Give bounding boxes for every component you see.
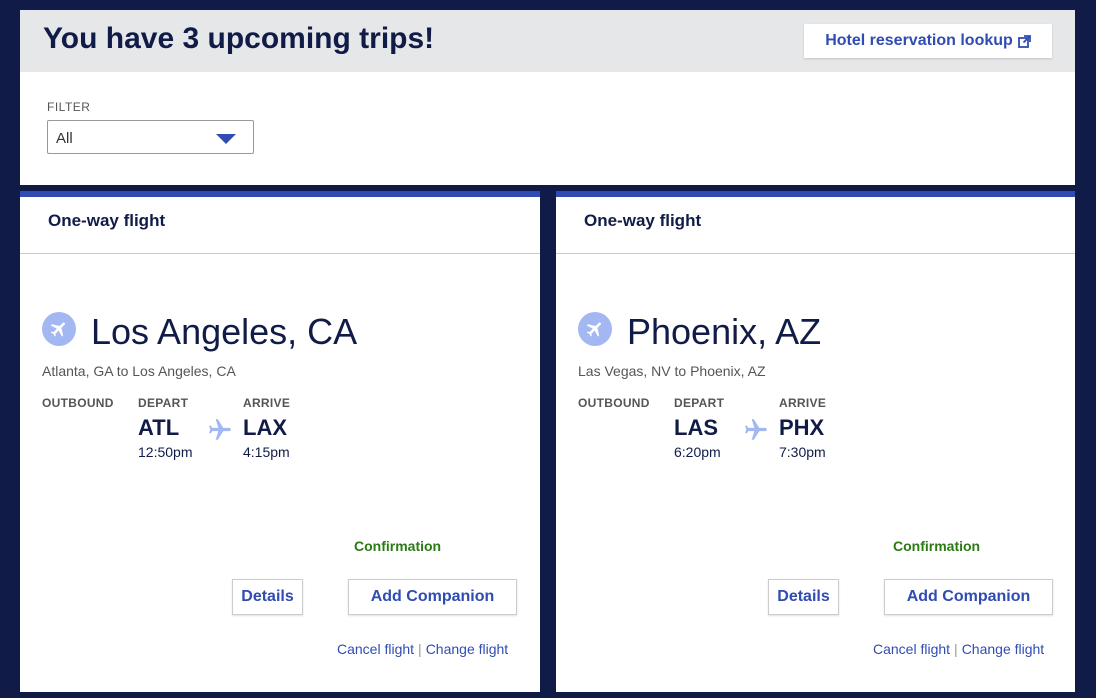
arrive-label: ARRIVE [779,396,827,410]
trip-type: One-way flight [48,211,166,230]
cancel-flight-link[interactable]: Cancel flight [337,641,414,657]
route-description: Atlanta, GA to Los Angeles, CA [42,363,236,379]
confirmation-label: Confirmation [354,538,442,554]
chevron-down-icon [216,134,236,144]
details-button[interactable]: Details [232,579,303,615]
external-link-icon [1017,34,1031,48]
arrive-label: ARRIVE [243,396,291,410]
depart-time: 12:50pm [138,444,193,460]
change-flight-link[interactable]: Change flight [962,641,1045,657]
trip-card-header: One-way flight [20,197,540,254]
depart-airport-code: LAS [674,415,718,440]
arrive-airport-code: PHX [779,415,825,440]
details-button[interactable]: Details [768,579,839,615]
depart-label: DEPART [674,396,725,410]
depart-time: 6:20pm [674,444,721,460]
outbound-label: OUTBOUND [42,396,114,410]
confirmation-label: Confirmation [893,538,981,554]
hotel-reservation-lookup-button[interactable]: Hotel reservation lookup [804,24,1052,58]
hotel-lookup-label: Hotel reservation lookup [825,32,1013,49]
filter-dropdown[interactable]: All [47,120,254,154]
flight-direction-icon [209,419,231,440]
add-companion-button[interactable]: Add Companion [884,579,1053,615]
trip-card-header: One-way flight [556,197,1075,254]
trip-card: One-way flight Phoenix, AZ Las Vegas, NV… [556,191,1075,692]
link-separator: | [418,641,422,657]
arrive-time: 7:30pm [779,444,826,460]
outbound-label: OUTBOUND [578,396,650,410]
airplane-icon [42,312,76,346]
filter-label: FILTER [47,100,91,114]
flight-direction-icon [745,419,767,440]
filter-selected-value: All [56,130,73,147]
trip-type: One-way flight [584,211,702,230]
filter-section: FILTER All [20,72,1075,185]
depart-airport-code: ATL [138,415,180,440]
cancel-flight-link[interactable]: Cancel flight [873,641,950,657]
depart-label: DEPART [138,396,189,410]
arrive-time: 4:15pm [243,444,290,460]
destination-title: Phoenix, AZ [627,311,822,352]
page-header: You have 3 upcoming trips! Hotel reserva… [20,10,1075,72]
add-companion-button[interactable]: Add Companion [348,579,517,615]
airplane-icon [578,312,612,346]
route-description: Las Vegas, NV to Phoenix, AZ [578,363,766,379]
change-flight-link[interactable]: Change flight [426,641,509,657]
trip-card: One-way flight Los Angeles, CA Atlanta, … [20,191,540,692]
arrive-airport-code: LAX [243,415,287,440]
link-separator: | [954,641,958,657]
trip-actions: Cancel flight | Change flight [337,641,508,657]
destination-title: Los Angeles, CA [91,311,358,352]
trip-actions: Cancel flight | Change flight [873,641,1044,657]
page-title: You have 3 upcoming trips! [43,22,435,55]
